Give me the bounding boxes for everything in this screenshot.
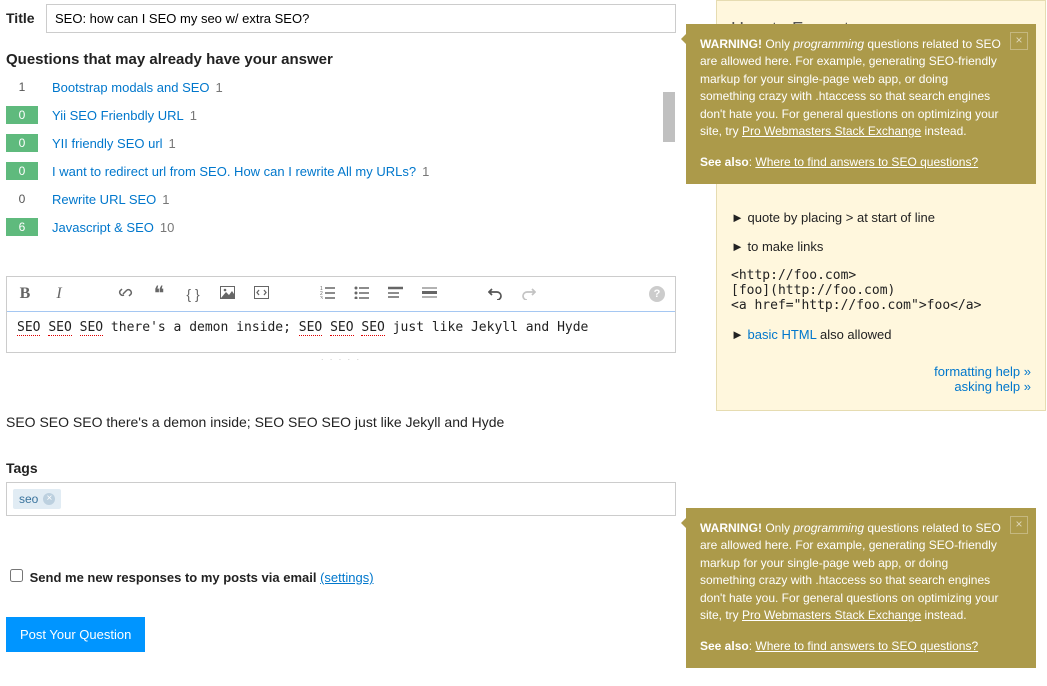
close-icon[interactable]: × [1010,516,1028,534]
dupe-question-link[interactable]: YII friendly SEO url [52,136,163,151]
email-settings-link[interactable]: (settings) [320,570,373,585]
vote-badge: 0 [6,134,38,152]
scroll-thumb[interactable] [663,92,675,142]
basic-html-link[interactable]: basic HTML [747,327,816,342]
editor-textarea[interactable]: SEO SEO SEO there's a demon inside; SEO … [7,311,675,352]
dupe-question-link[interactable]: Bootstrap modals and SEO [52,80,210,95]
bold-icon[interactable]: B [17,285,33,303]
dupe-scrollbar[interactable] [661,78,676,228]
dupe-row: 0 YII friendly SEO url 1 [6,134,662,152]
dupe-question-link[interactable]: Javascript & SEO [52,220,154,235]
ordered-list-icon[interactable]: 123 [319,286,335,302]
vote-badge: 0 [6,106,38,124]
email-responses-checkbox[interactable] [10,569,23,582]
seo-warning-popover-top: × WARNING! Only programming questions re… [686,24,1036,184]
seo-answers-link[interactable]: Where to find answers to SEO questions? [755,155,978,169]
dupe-question-link[interactable]: I want to redirect url from SEO. How can… [52,164,416,179]
dupe-answer-count: 10 [160,220,174,235]
undo-icon[interactable] [487,286,503,303]
heading-icon[interactable] [387,286,403,302]
dupe-suggestions-header: Questions that may already have your ans… [6,51,676,68]
email-responses-label: Send me new responses to my posts via em… [30,570,317,585]
snippet-icon[interactable] [253,286,269,302]
format-tip-links: to make links [747,239,823,254]
title-label: Title [6,10,46,26]
seo-answers-link[interactable]: Where to find answers to SEO questions? [755,639,978,653]
close-icon[interactable]: × [1010,32,1028,50]
editor-resize-handle[interactable]: · · · · · [6,353,676,366]
hr-icon[interactable] [421,286,437,302]
unordered-list-icon[interactable] [353,286,369,302]
seo-warning-popover-bottom: × WARNING! Only programming questions re… [686,508,1036,668]
tags-label: Tags [6,460,676,476]
pro-webmasters-link[interactable]: Pro Webmasters Stack Exchange [742,608,921,622]
dupe-question-link[interactable]: Rewrite URL SEO [52,192,156,207]
vote-badge: 0 [6,190,38,208]
svg-text:3: 3 [320,296,323,299]
dupe-question-link[interactable]: Yii SEO Frienbdly URL [52,108,184,123]
dupe-row: 1 Bootstrap modals and SEO 1 [6,78,662,96]
dupe-answer-count: 1 [162,192,169,207]
link-icon[interactable] [117,285,133,303]
dupe-row: 0 Rewrite URL SEO 1 [6,190,662,208]
dupe-row: 6 Javascript & SEO 10 [6,218,662,236]
vote-badge: 1 [6,78,38,96]
blockquote-icon[interactable]: ❝ [151,289,167,299]
pro-webmasters-link[interactable]: Pro Webmasters Stack Exchange [742,124,921,138]
asking-help-link[interactable]: asking help » [731,379,1031,394]
dupe-answer-count: 1 [422,164,429,179]
formatting-help-link[interactable]: formatting help » [731,364,1031,379]
vote-badge: 6 [6,218,38,236]
code-icon[interactable]: { } [185,286,201,302]
dupe-row: 0 I want to redirect url from SEO. How ca… [6,162,662,180]
dupe-row: 0 Yii SEO Frienbdly URL 1 [6,106,662,124]
italic-icon[interactable]: I [51,285,67,303]
editor-toolbar: B I ❝ { } 123 [7,277,675,311]
tags-input[interactable]: seo × [6,482,676,516]
vote-badge: 0 [6,162,38,180]
dupe-answer-count: 1 [190,108,197,123]
format-tip-quote: quote by placing > at start of line [747,210,935,225]
editor: B I ❝ { } 123 [6,276,676,353]
basic-html-suffix: also allowed [816,327,891,342]
post-question-button[interactable]: Post Your Question [6,617,145,652]
format-links-examples: <http://foo.com> [foo](http://foo.com) <… [731,268,1031,313]
dupe-answer-count: 1 [216,80,223,95]
tag-remove-icon[interactable]: × [43,493,55,505]
title-input[interactable] [46,4,676,33]
editor-help-icon[interactable]: ? [649,286,665,302]
dupe-answer-count: 1 [169,136,176,151]
dupe-suggestions-list: 1Bootstrap modals and SEO10Yii SEO Frien… [6,78,676,236]
post-preview: SEO SEO SEO there's a demon inside; SEO … [6,414,676,430]
redo-icon[interactable] [521,286,537,303]
tag-chip[interactable]: seo × [13,489,61,509]
image-icon[interactable] [219,286,235,302]
tag-chip-label: seo [19,492,38,506]
